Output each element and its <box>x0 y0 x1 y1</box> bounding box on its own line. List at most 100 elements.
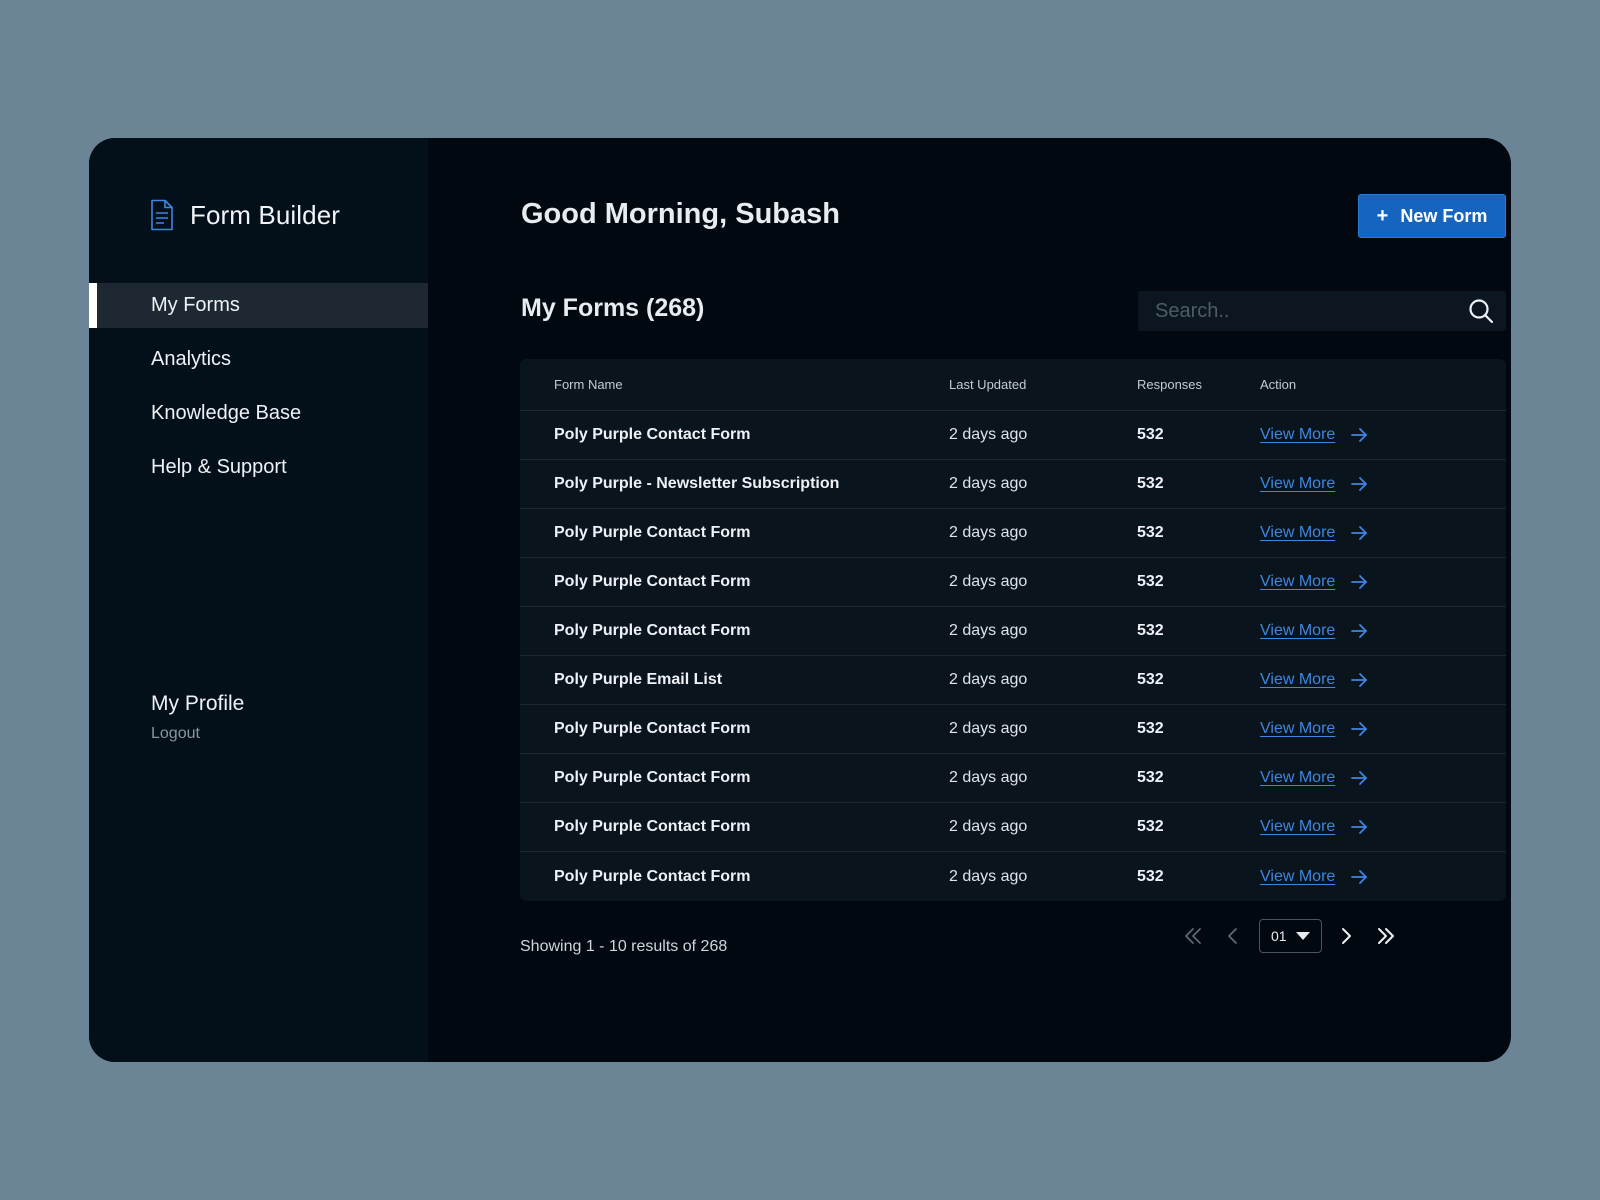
form-name-cell: Poly Purple Contact Form <box>554 769 751 786</box>
table-body: Poly Purple Contact Form 2 days ago 532 Vie… <box>520 411 1506 901</box>
arrow-right-icon[interactable] <box>1349 867 1369 887</box>
next-page-button[interactable] <box>1332 922 1360 950</box>
column-header-action: Action <box>1260 377 1297 392</box>
table-row: Poly Purple Contact Form 2 days ago 532 Vie… <box>520 607 1506 656</box>
document-icon <box>151 199 173 231</box>
my-profile-link[interactable]: My Profile <box>151 692 244 716</box>
responses-cell: 532 <box>1137 622 1164 639</box>
action-cell: View More <box>1260 817 1506 837</box>
new-form-button[interactable]: + New Form <box>1358 194 1506 238</box>
view-more-link[interactable]: View More <box>1260 720 1335 738</box>
responses-cell: 532 <box>1137 475 1164 492</box>
arrow-right-icon[interactable] <box>1349 523 1369 543</box>
last-updated-cell: 2 days ago <box>949 475 1028 492</box>
app-window: Form Builder My Forms Analytics Knowledg… <box>89 138 1511 1062</box>
responses-cell: 532 <box>1137 867 1164 885</box>
table-row: Poly Purple Email List 2 days ago 532 View … <box>520 656 1506 705</box>
arrow-right-icon[interactable] <box>1349 474 1369 494</box>
table-row: Poly Purple Contact Form 2 days ago 532 Vie… <box>520 558 1506 607</box>
pagination: 01 <box>1179 919 1400 953</box>
view-more-link[interactable]: View More <box>1260 671 1335 689</box>
sidebar-item-my-forms[interactable]: My Forms <box>89 283 428 328</box>
last-page-button[interactable] <box>1372 922 1400 950</box>
responses-cell: 532 <box>1137 818 1164 835</box>
previous-page-button[interactable] <box>1219 922 1247 950</box>
page-select[interactable]: 01 <box>1259 919 1322 953</box>
responses-cell: 532 <box>1137 524 1164 541</box>
view-more-link[interactable]: View More <box>1260 818 1335 836</box>
column-header-last-updated: Last Updated <box>949 377 1027 392</box>
first-page-button[interactable] <box>1179 922 1207 950</box>
form-name-cell: Poly Purple Contact Form <box>554 426 751 443</box>
arrow-right-icon[interactable] <box>1349 621 1369 641</box>
action-cell: View More <box>1260 621 1506 641</box>
section-title: My Forms (268) <box>521 294 705 322</box>
action-cell: View More <box>1260 425 1506 445</box>
search-icon[interactable] <box>1468 298 1494 324</box>
view-more-link[interactable]: View More <box>1260 622 1335 640</box>
form-name-cell: Poly Purple Contact Form <box>554 720 751 737</box>
column-header-responses: Responses <box>1137 377 1203 392</box>
table-header: Form Name Last Updated Responses Action <box>520 359 1506 411</box>
view-more-link[interactable]: View More <box>1260 475 1335 493</box>
brand: Form Builder <box>150 198 340 232</box>
table-row: Poly Purple Contact Form 2 days ago 532 Vie… <box>520 411 1506 460</box>
view-more-link[interactable]: View More <box>1260 426 1335 444</box>
action-cell: View More <box>1260 719 1506 739</box>
last-updated-cell: 2 days ago <box>949 818 1028 835</box>
form-name-cell: Poly Purple Contact Form <box>554 622 751 639</box>
last-updated-cell: 2 days ago <box>949 867 1028 885</box>
action-cell: View More <box>1260 523 1506 543</box>
view-more-link[interactable]: View More <box>1260 868 1335 886</box>
table-row: Poly Purple Contact Form 2 days ago 532 Vie… <box>520 509 1506 558</box>
sidebar-item-knowledge-base[interactable]: Knowledge Base <box>89 391 428 436</box>
chevron-left-icon <box>1228 928 1237 944</box>
action-cell: View More <box>1260 768 1506 788</box>
responses-cell: 532 <box>1137 769 1164 786</box>
results-summary: Showing 1 - 10 results of 268 <box>520 938 728 955</box>
logout-link[interactable]: Logout <box>151 725 244 743</box>
last-updated-cell: 2 days ago <box>949 573 1028 590</box>
sidebar-item-help-support[interactable]: Help & Support <box>89 445 428 490</box>
table-row: Poly Purple Contact Form 2 days ago 532 Vie… <box>520 852 1506 901</box>
table-row: Poly Purple Contact Form 2 days ago 532 Vie… <box>520 803 1506 852</box>
search-box <box>1138 291 1506 331</box>
arrow-right-icon[interactable] <box>1349 719 1369 739</box>
arrow-right-icon[interactable] <box>1349 425 1369 445</box>
table-row: Poly Purple Contact Form 2 days ago 532 Vie… <box>520 754 1506 803</box>
view-more-link[interactable]: View More <box>1260 524 1335 542</box>
form-name-cell: Poly Purple Contact Form <box>554 818 751 835</box>
form-name-cell: Poly Purple Contact Form <box>554 524 751 541</box>
app-name: Form Builder <box>190 199 341 230</box>
responses-cell: 532 <box>1137 671 1164 688</box>
responses-cell: 532 <box>1137 426 1164 443</box>
chevron-down-icon <box>1295 932 1310 940</box>
arrow-right-icon[interactable] <box>1349 817 1369 837</box>
view-more-link[interactable]: View More <box>1260 769 1335 787</box>
last-updated-cell: 2 days ago <box>949 720 1028 737</box>
last-updated-cell: 2 days ago <box>949 622 1028 639</box>
column-header-form-name: Form Name <box>554 377 623 392</box>
form-name-cell: Poly Purple - Newsletter Subscription <box>554 475 840 492</box>
form-name-cell: Poly Purple Email List <box>554 671 723 688</box>
current-page: 01 <box>1271 928 1287 944</box>
search-input[interactable] <box>1138 291 1468 331</box>
profile-section: My Profile Logout <box>151 692 244 743</box>
plus-icon: + <box>1376 204 1389 227</box>
sidebar-nav: My Forms Analytics Knowledge Base Help &… <box>89 283 428 499</box>
responses-cell: 532 <box>1137 720 1164 737</box>
form-name-cell: Poly Purple Contact Form <box>554 573 751 590</box>
sidebar: Form Builder My Forms Analytics Knowledg… <box>89 138 428 1062</box>
arrow-right-icon[interactable] <box>1349 572 1369 592</box>
double-chevron-right-icon <box>1378 928 1394 944</box>
last-updated-cell: 2 days ago <box>949 671 1028 688</box>
table-row: Poly Purple Contact Form 2 days ago 532 Vie… <box>520 705 1506 754</box>
last-updated-cell: 2 days ago <box>949 426 1028 443</box>
sidebar-item-analytics[interactable]: Analytics <box>89 337 428 382</box>
arrow-right-icon[interactable] <box>1349 768 1369 788</box>
action-cell: View More <box>1260 572 1506 592</box>
arrow-right-icon[interactable] <box>1349 670 1369 690</box>
action-cell: View More <box>1260 670 1506 690</box>
new-form-label: New Form <box>1400 205 1488 226</box>
view-more-link[interactable]: View More <box>1260 573 1335 591</box>
